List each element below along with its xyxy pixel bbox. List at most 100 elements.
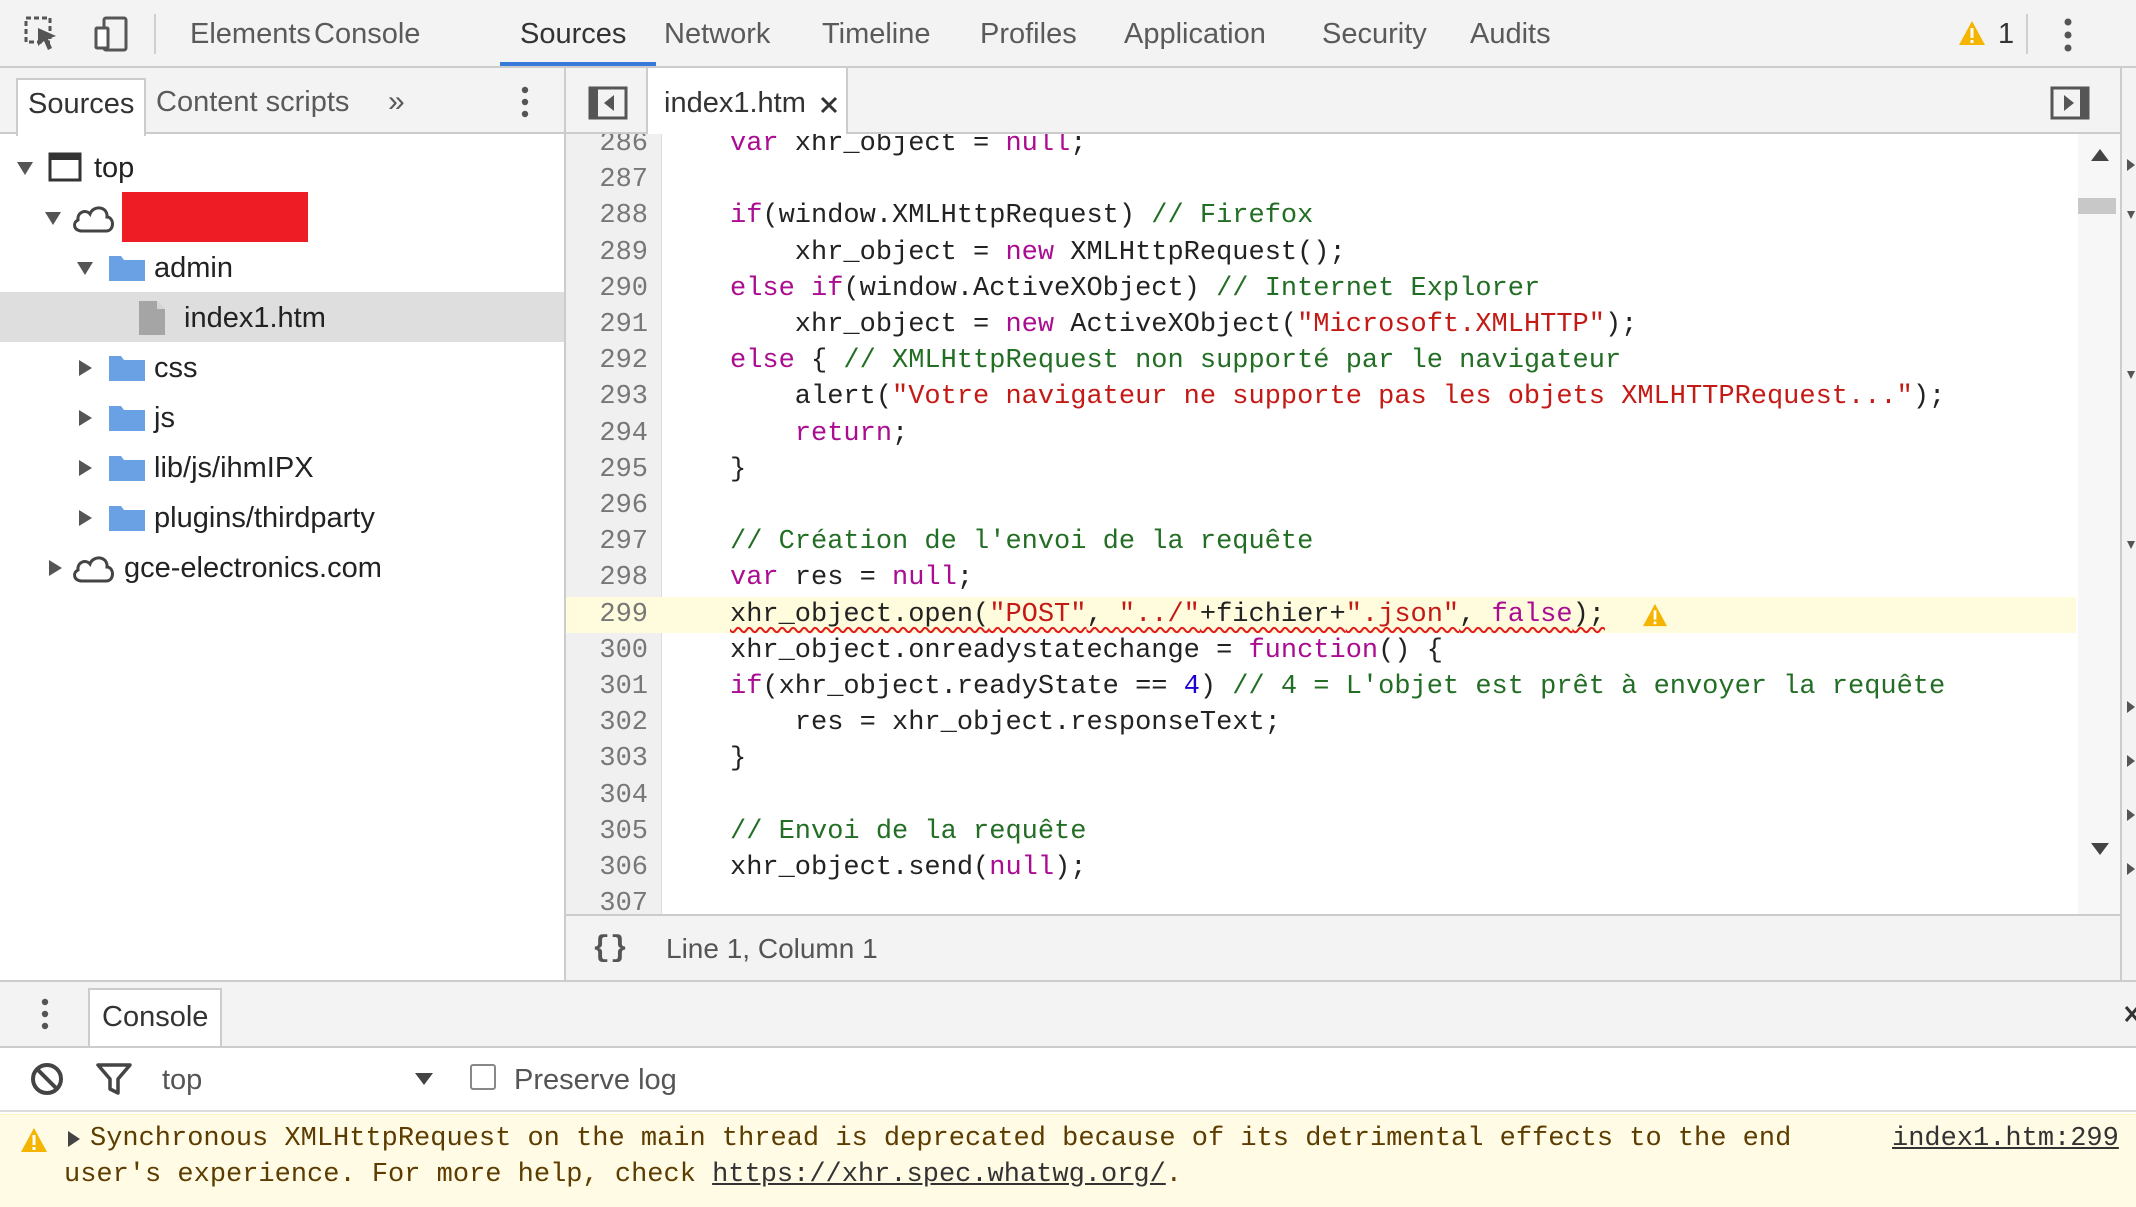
collapsed-triangle-icon[interactable]: [2126, 158, 2136, 172]
tab-security[interactable]: Security: [1322, 14, 1427, 54]
collapsed-triangle-icon[interactable]: [2126, 754, 2136, 768]
code-line[interactable]: 301 if(xhr_object.readyState == 4) // 4 =…: [566, 669, 2076, 705]
clear-console-icon[interactable]: [30, 1062, 64, 1096]
tree-item-domain[interactable]: [0, 192, 564, 242]
line-number[interactable]: 302: [566, 705, 648, 741]
expand-message-triangle-icon[interactable]: [66, 1129, 82, 1149]
code-line[interactable]: 290 else if(window.ActiveXObject) // Inte…: [566, 271, 2076, 307]
inline-warning-icon[interactable]: [1642, 603, 1668, 627]
line-number[interactable]: 304: [566, 778, 648, 814]
code-line[interactable]: 289 xhr_object = new XMLHttpRequest();: [566, 235, 2076, 271]
code-line[interactable]: 291 xhr_object = new ActiveXObject("Micr…: [566, 307, 2076, 343]
inspect-element-icon[interactable]: [22, 14, 62, 54]
line-number[interactable]: 290: [566, 271, 648, 307]
message-source-link[interactable]: index1.htm:299: [1892, 1121, 2119, 1157]
tab-sources[interactable]: Sources: [520, 14, 626, 54]
code-line[interactable]: 302 res = xhr_object.responseText;: [566, 705, 2076, 741]
code-line[interactable]: 288 if(window.XMLHttpRequest) // Firefox: [566, 198, 2076, 234]
code-editor[interactable]: 286 var xhr_object = null; 287 288 if(window…: [566, 134, 2076, 928]
expanded-triangle-icon[interactable]: [2126, 208, 2136, 222]
toggle-debugger-sidebar-icon[interactable]: [2050, 86, 2090, 120]
code-line[interactable]: 293 alert("Votre navigateur ne supporte …: [566, 379, 2076, 415]
tree-item-folder-admin[interactable]: admin: [0, 242, 564, 292]
tab-audits[interactable]: Audits: [1470, 14, 1551, 54]
code-line[interactable]: 306 xhr_object.send(null);: [566, 850, 2076, 886]
expanded-triangle-icon[interactable]: [2126, 368, 2136, 382]
line-number[interactable]: 303: [566, 741, 648, 777]
collapsed-triangle-icon[interactable]: [2126, 862, 2136, 876]
drawer-tab-console[interactable]: Console: [88, 988, 223, 1046]
collapsed-triangle-icon[interactable]: [76, 459, 94, 477]
code-line[interactable]: 292 else { // XMLHttpRequest non supporté…: [566, 343, 2076, 379]
line-number[interactable]: 306: [566, 850, 648, 886]
line-number[interactable]: 292: [566, 343, 648, 379]
line-number[interactable]: 293: [566, 379, 648, 415]
line-number[interactable]: 287: [566, 162, 648, 198]
close-tab-icon[interactable]: [820, 96, 838, 114]
line-number[interactable]: 294: [566, 416, 648, 452]
pretty-print-icon[interactable]: {}: [592, 932, 628, 966]
tree-item-domain-gce[interactable]: gce-electronics.com: [0, 542, 564, 592]
line-number[interactable]: 300: [566, 633, 648, 669]
preserve-log-checkbox[interactable]: [470, 1064, 496, 1090]
tree-item-file-index1[interactable]: index1.htm: [0, 292, 564, 342]
scroll-up-arrow-icon[interactable]: [2090, 148, 2110, 162]
collapsed-triangle-icon[interactable]: [2126, 700, 2136, 714]
line-number[interactable]: 286: [566, 134, 648, 162]
tab-network[interactable]: Network: [664, 14, 770, 54]
line-number[interactable]: 289: [566, 235, 648, 271]
line-number[interactable]: 288: [566, 198, 648, 234]
collapsed-triangle-icon[interactable]: [76, 509, 94, 527]
vertical-scrollbar[interactable]: [2078, 134, 2120, 914]
device-toolbar-icon[interactable]: [92, 14, 132, 54]
tab-profiles[interactable]: Profiles: [980, 14, 1077, 54]
navigator-tab-content-scripts[interactable]: Content scripts: [156, 78, 349, 126]
tab-timeline[interactable]: Timeline: [822, 14, 931, 54]
tab-elements[interactable]: Elements: [190, 14, 311, 54]
line-number[interactable]: 298: [566, 560, 648, 596]
line-number[interactable]: 295: [566, 452, 648, 488]
toggle-navigator-icon[interactable]: [588, 86, 628, 120]
tree-item-folder-js[interactable]: js: [0, 392, 564, 442]
expanded-triangle-icon[interactable]: [44, 209, 62, 227]
tab-console[interactable]: Console: [314, 14, 420, 54]
code-line[interactable]: 298 var res = null;: [566, 560, 2076, 596]
tree-item-folder-plugins[interactable]: plugins/thirdparty: [0, 492, 564, 542]
code-line[interactable]: 297 // Création de l'envoi de la requête: [566, 524, 2076, 560]
warning-count[interactable]: 1: [1998, 14, 2014, 54]
code-line[interactable]: 294 return;: [566, 416, 2076, 452]
customize-menu-icon[interactable]: [2058, 16, 2078, 54]
drawer-menu-icon[interactable]: [38, 996, 52, 1032]
code-line[interactable]: 304: [566, 778, 2076, 814]
line-number[interactable]: 297: [566, 524, 648, 560]
preserve-log-label[interactable]: Preserve log: [514, 1062, 677, 1098]
close-drawer-icon[interactable]: [2124, 1004, 2136, 1024]
navigator-tab-sources[interactable]: Sources: [16, 78, 147, 136]
vertical-scroll-thumb[interactable]: [2078, 198, 2116, 214]
code-line[interactable]: 286 var xhr_object = null;: [566, 134, 2076, 162]
collapsed-triangle-icon[interactable]: [46, 559, 64, 577]
line-number[interactable]: 299: [566, 597, 648, 633]
code-line[interactable]: 303}: [566, 741, 2076, 777]
code-line[interactable]: 296: [566, 488, 2076, 524]
line-number[interactable]: 296: [566, 488, 648, 524]
collapsed-triangle-icon[interactable]: [76, 409, 94, 427]
line-number[interactable]: 301: [566, 669, 648, 705]
filter-icon[interactable]: [96, 1062, 132, 1096]
code-line[interactable]: 299 xhr_object.open("POST", "../"+fichier…: [566, 596, 2076, 633]
collapsed-triangle-icon[interactable]: [2126, 808, 2136, 822]
collapsed-triangle-icon[interactable]: [76, 359, 94, 377]
tab-application[interactable]: Application: [1124, 14, 1266, 54]
scroll-down-arrow-icon[interactable]: [2090, 842, 2110, 856]
expanded-triangle-icon[interactable]: [2126, 538, 2136, 552]
expanded-triangle-icon[interactable]: [16, 159, 34, 177]
line-number[interactable]: 291: [566, 307, 648, 343]
navigator-menu-icon[interactable]: [518, 84, 532, 120]
tree-item-folder-lib[interactable]: lib/js/ihmIPX: [0, 442, 564, 492]
code-line[interactable]: 305 // Envoi de la requête: [566, 814, 2076, 850]
code-line[interactable]: 287: [566, 162, 2076, 198]
tree-item-top-frame[interactable]: top: [0, 142, 564, 192]
expanded-triangle-icon[interactable]: [76, 259, 94, 277]
more-tabs-chevron-icon[interactable]: »: [388, 78, 405, 126]
execution-context-select[interactable]: top: [160, 1058, 442, 1102]
